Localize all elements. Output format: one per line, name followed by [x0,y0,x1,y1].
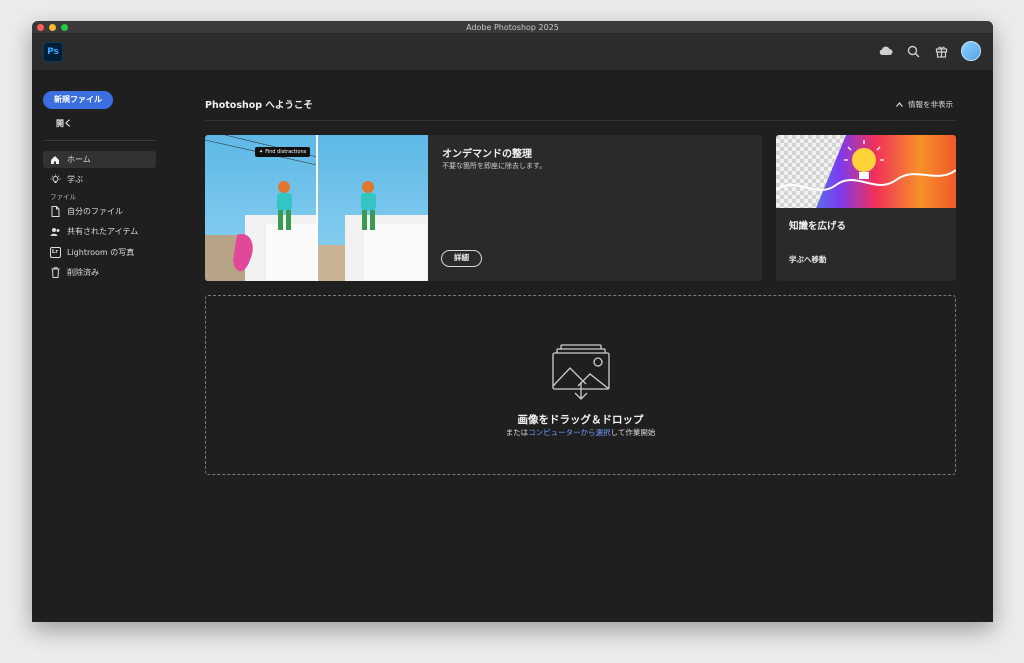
photoshop-logo[interactable]: Ps [43,42,63,62]
hide-info-label: 情報を非表示 [908,100,953,109]
sidebar-item-label: ホーム [67,155,91,164]
sidebar-item-label: 自分のファイル [67,207,123,216]
drop-zone[interactable]: 画像をドラッグ＆ドロップ またはコンピューターから選択して作業開始 [205,295,956,475]
window-title: Adobe Photoshop 2025 [466,23,559,32]
app-window: Adobe Photoshop 2025 Ps 新規ファイル 開く ホーム 学ぶ… [32,21,993,622]
drop-zone-suffix: して作業開始 [610,428,656,437]
sidebar-item-lightroom[interactable]: Lr Lightroom の写真 [43,244,156,261]
find-distractions-tag: ✦ Find distractions [255,147,311,157]
avatar[interactable] [961,41,981,61]
magic-wand-icon: ✦ [259,149,264,155]
search-icon[interactable] [905,43,921,59]
sidebar-item-home[interactable]: ホーム [43,151,156,168]
new-file-button[interactable]: 新規ファイル [43,91,113,109]
lightroom-badge: Lr [49,247,61,258]
sidebar-item-shared[interactable]: 共有されたアイテム [43,223,156,240]
promo-subtitle: 不要な箇所を即座に除去します。 [442,162,547,170]
minimize-window-button[interactable] [49,24,56,31]
sidebar-item-learn[interactable]: 学ぶ [43,171,156,188]
sidebar-item-label: Lightroom の写真 [67,248,135,257]
header-divider [205,120,956,121]
lightroom-icon: Lr [49,247,61,259]
details-button[interactable]: 詳細 [441,250,482,267]
hide-info-toggle[interactable]: 情報を非表示 [896,99,953,110]
cloud-icon[interactable] [877,43,893,59]
lightbulb-icon [49,174,61,186]
people-icon [49,226,61,238]
chevron-up-icon [896,100,903,109]
sidebar-divider [43,140,156,141]
document-icon [49,206,61,218]
home-icon [49,154,61,166]
promo-card[interactable]: ✦ Find distractions オンデマンドの整理 不要な箇所を即座に除… [205,135,762,281]
sidebar-item-my-files[interactable]: 自分のファイル [43,203,156,220]
section-label-files: ファイル [50,193,76,201]
promo-title: オンデマンドの整理 [442,149,532,160]
maximize-window-button[interactable] [61,24,68,31]
sidebar: 新規ファイル 開く ホーム 学ぶ ファイル 自分のファイル 共有されたアイテム … [32,70,168,622]
learn-title: 知識を広げる [789,221,847,232]
gift-icon[interactable] [933,43,949,59]
promo-image: ✦ Find distractions [205,135,429,281]
sidebar-item-label: 共有されたアイテム [67,227,139,236]
learn-card[interactable]: 知識を広げる 学ぶへ移動 [776,135,956,281]
drop-zone-subtitle: またはコンピューターから選択して作業開始 [206,427,955,438]
title-bar: Adobe Photoshop 2025 [32,21,993,34]
find-distractions-label: Find distractions [265,149,307,155]
trash-icon [49,267,61,279]
image-upload-icon [552,344,610,406]
sidebar-item-label: 学ぶ [67,175,83,184]
app-header: Ps [32,34,993,70]
page-title: Photoshop へようこそ [205,100,313,111]
drop-zone-prefix: または [505,428,529,437]
sidebar-item-label: 削除済み [67,268,99,277]
close-window-button[interactable] [37,24,44,31]
open-button[interactable]: 開く [56,118,72,129]
select-from-computer-link[interactable]: コンピューターから選択 [528,428,611,437]
sidebar-item-deleted[interactable]: 削除済み [43,264,156,281]
drop-zone-title: 画像をドラッグ＆ドロップ [517,414,644,426]
learn-banner-image [776,135,956,208]
go-to-learn-link[interactable]: 学ぶへ移動 [789,254,827,265]
